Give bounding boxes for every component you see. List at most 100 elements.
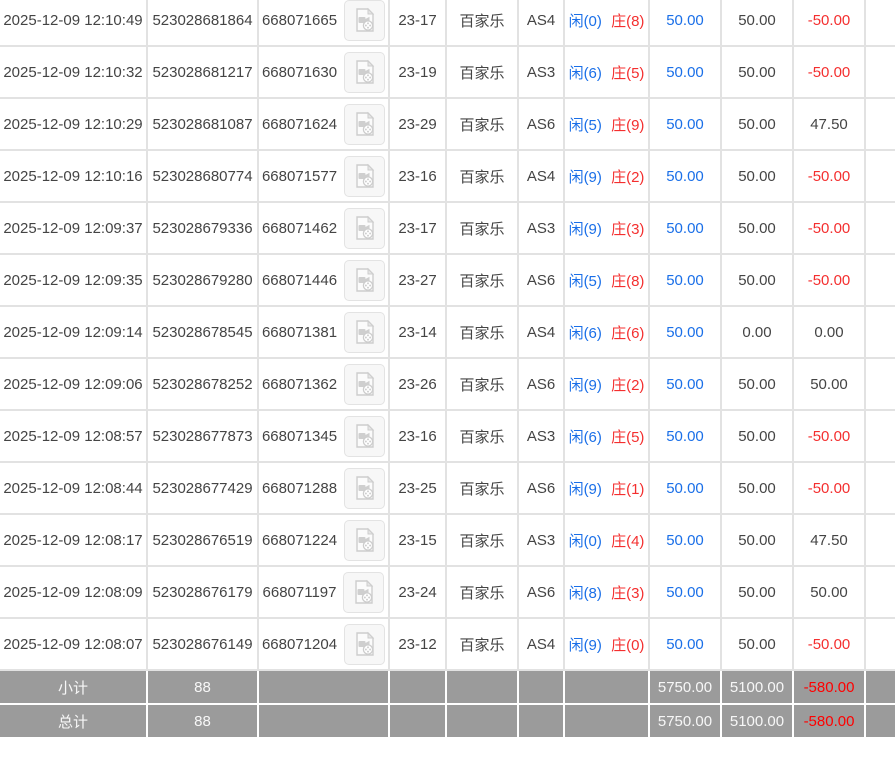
cell-round-number: 23-16 xyxy=(390,411,447,463)
video-file-icon xyxy=(355,59,374,84)
video-playback-button[interactable] xyxy=(344,415,386,457)
cell-bet-id: 523028678252 xyxy=(148,359,259,411)
cell-bet-amount: 50.00 xyxy=(650,47,722,99)
cell-bet-time: 2025-12-09 12:10:29 xyxy=(0,99,148,151)
cell-game-type: 百家乐 xyxy=(447,0,519,47)
cell-win-loss: -50.00 xyxy=(794,203,866,255)
player-score: 闲(5) xyxy=(568,116,602,134)
cell-win-loss: 47.50 xyxy=(794,515,866,567)
video-playback-button[interactable] xyxy=(344,519,386,561)
video-id: 668071665 xyxy=(261,11,338,29)
video-playback-button[interactable] xyxy=(344,363,386,405)
cell-bet-amount: 50.00 xyxy=(650,255,722,307)
cell-table-code: AS6 xyxy=(519,359,565,411)
cell-game-result: 闲(9) 庄(0) xyxy=(565,619,650,671)
cell-bet-amount: 50.00 xyxy=(650,359,722,411)
cell-extra xyxy=(866,255,895,307)
summary-empty-cell xyxy=(866,671,895,705)
cell-bet-amount: 50.00 xyxy=(650,619,722,671)
summary-empty-cell xyxy=(519,705,565,739)
bet-records-viewport: 2025-12-09 12:10:49 523028681864 6680716… xyxy=(0,0,895,769)
cell-extra xyxy=(866,463,895,515)
cell-extra xyxy=(866,47,895,99)
summary-body: 小计 88 5750.00 5100.00 -580.00 总计 88 5750… xyxy=(0,671,895,739)
summary-win-loss-total: -580.00 xyxy=(794,671,866,705)
cell-video: 668071381 xyxy=(259,307,390,359)
cell-table-code: AS3 xyxy=(519,515,565,567)
cell-bet-id: 523028676519 xyxy=(148,515,259,567)
video-playback-button[interactable] xyxy=(344,51,386,93)
video-playback-button[interactable] xyxy=(344,103,386,145)
cell-bet-id: 523028676149 xyxy=(148,619,259,671)
table-row: 2025-12-09 12:08:17 523028676519 6680712… xyxy=(0,515,895,567)
cell-bet-amount: 50.00 xyxy=(650,567,722,619)
video-playback-button[interactable] xyxy=(344,623,386,665)
cell-valid-amount: 0.00 xyxy=(722,307,794,359)
cell-game-result: 闲(9) 庄(1) xyxy=(565,463,650,515)
cell-video: 668071345 xyxy=(259,411,390,463)
summary-empty-cell xyxy=(390,671,447,705)
video-id: 668071462 xyxy=(261,219,338,237)
cell-bet-id: 523028677873 xyxy=(148,411,259,463)
video-playback-button[interactable] xyxy=(344,311,386,353)
video-file-icon xyxy=(355,579,374,604)
table-row: 2025-12-09 12:08:07 523028676149 6680712… xyxy=(0,619,895,671)
cell-game-type: 百家乐 xyxy=(447,411,519,463)
player-score: 闲(6) xyxy=(568,324,602,342)
table-row: 2025-12-09 12:08:09 523028676179 6680711… xyxy=(0,567,895,619)
cell-bet-time: 2025-12-09 12:10:32 xyxy=(0,47,148,99)
table-row: 2025-12-09 12:09:14 523028678545 6680713… xyxy=(0,307,895,359)
video-playback-button[interactable] xyxy=(344,467,386,509)
player-score: 闲(9) xyxy=(568,636,602,654)
cell-valid-amount: 50.00 xyxy=(722,47,794,99)
video-playback-button[interactable] xyxy=(344,207,386,249)
cell-table-code: AS4 xyxy=(519,307,565,359)
cell-bet-time: 2025-12-09 12:10:16 xyxy=(0,151,148,203)
cell-game-result: 闲(0) 庄(4) xyxy=(565,515,650,567)
cell-bet-amount: 50.00 xyxy=(650,99,722,151)
cell-bet-id: 523028676179 xyxy=(148,567,259,619)
cell-game-type: 百家乐 xyxy=(447,619,519,671)
video-playback-button[interactable] xyxy=(344,259,386,301)
cell-round-number: 23-27 xyxy=(390,255,447,307)
video-playback-button[interactable] xyxy=(344,0,386,41)
cell-bet-amount: 50.00 xyxy=(650,463,722,515)
video-playback-button[interactable] xyxy=(344,155,386,197)
cell-valid-amount: 50.00 xyxy=(722,567,794,619)
summary-empty-cell xyxy=(565,671,650,705)
banker-score: 庄(3) xyxy=(611,584,645,602)
player-score: 闲(0) xyxy=(568,532,602,550)
cell-valid-amount: 50.00 xyxy=(722,203,794,255)
video-id: 668071381 xyxy=(261,323,338,341)
cell-bet-time: 2025-12-09 12:08:57 xyxy=(0,411,148,463)
video-file-icon xyxy=(355,267,374,292)
bet-records-table: 2025-12-09 12:10:49 523028681864 6680716… xyxy=(0,0,895,739)
video-file-icon xyxy=(355,371,374,396)
cell-bet-time: 2025-12-09 12:09:35 xyxy=(0,255,148,307)
cell-table-code: AS4 xyxy=(519,619,565,671)
cell-valid-amount: 50.00 xyxy=(722,255,794,307)
cell-win-loss: 50.00 xyxy=(794,359,866,411)
video-id: 668071204 xyxy=(261,635,338,653)
cell-round-number: 23-25 xyxy=(390,463,447,515)
video-file-icon xyxy=(355,423,374,448)
video-file-icon xyxy=(355,163,374,188)
cell-win-loss: 0.00 xyxy=(794,307,866,359)
video-id: 668071224 xyxy=(261,531,338,549)
video-file-icon xyxy=(355,111,374,136)
summary-bet-total: 5750.00 xyxy=(650,671,722,705)
summary-empty-cell xyxy=(259,705,390,739)
table-row: 2025-12-09 12:09:37 523028679336 6680714… xyxy=(0,203,895,255)
cell-valid-amount: 50.00 xyxy=(722,0,794,47)
cell-game-result: 闲(5) 庄(9) xyxy=(565,99,650,151)
cell-video: 668071665 xyxy=(259,0,390,47)
video-playback-button[interactable] xyxy=(343,571,385,613)
cell-bet-amount: 50.00 xyxy=(650,151,722,203)
cell-extra xyxy=(866,619,895,671)
table-row: 2025-12-09 12:10:49 523028681864 6680716… xyxy=(0,0,895,47)
cell-table-code: AS3 xyxy=(519,47,565,99)
cell-video: 668071288 xyxy=(259,463,390,515)
summary-empty-cell xyxy=(447,671,519,705)
banker-score: 庄(2) xyxy=(611,168,645,186)
player-score: 闲(9) xyxy=(568,480,602,498)
